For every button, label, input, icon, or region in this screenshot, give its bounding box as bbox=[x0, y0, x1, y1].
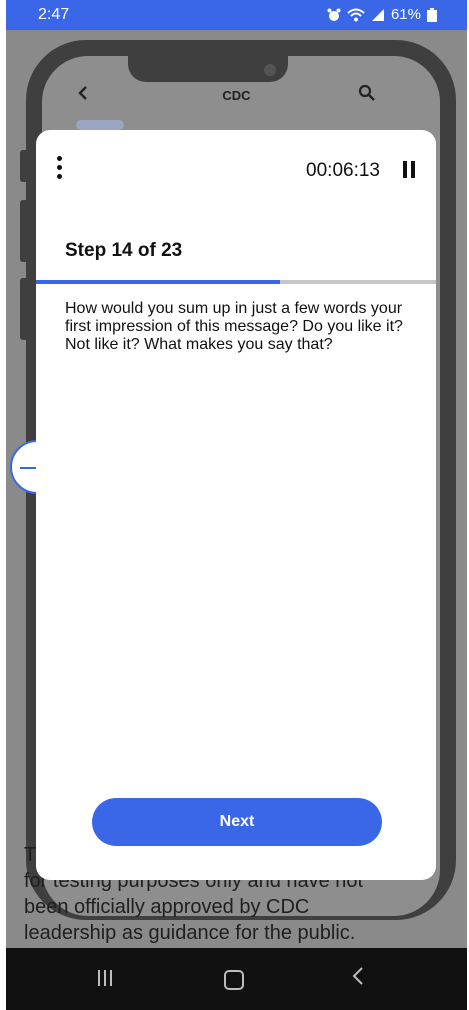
kebab-menu-icon[interactable] bbox=[54, 156, 64, 184]
step-indicator: Step 14 of 23 bbox=[65, 240, 183, 261]
next-button[interactable]: Next bbox=[92, 798, 382, 846]
progress-bar-fill bbox=[36, 280, 280, 284]
home-icon[interactable] bbox=[224, 970, 244, 990]
task-modal: 00:06:13 Step 14 of 23 How would you sum… bbox=[36, 130, 436, 880]
phone-camera bbox=[264, 64, 276, 76]
wifi-icon bbox=[347, 8, 365, 22]
phone-side-button bbox=[20, 278, 28, 340]
phone-side-button bbox=[20, 200, 28, 262]
battery-icon bbox=[427, 7, 437, 22]
progress-bar bbox=[36, 280, 436, 284]
background-text-line: leadership as guidance for the public. bbox=[24, 922, 356, 944]
status-icons: 61% bbox=[327, 6, 437, 23]
screen: CDC T for testing purposes only and have… bbox=[6, 0, 467, 1010]
background-chip bbox=[76, 120, 124, 130]
question-text: How would you sum up in just a few words… bbox=[65, 300, 403, 353]
recents-icon[interactable] bbox=[98, 970, 118, 988]
timer: 00:06:13 bbox=[306, 160, 380, 181]
status-time: 2:47 bbox=[38, 6, 70, 23]
status-bar: 2:47 61% bbox=[6, 0, 467, 30]
background-text-line: been officially approved by CDC bbox=[24, 896, 310, 918]
signal-icon bbox=[371, 8, 385, 22]
phone-side-button bbox=[20, 150, 28, 182]
battery-percent: 61% bbox=[390, 6, 421, 23]
search-icon[interactable] bbox=[358, 84, 376, 107]
alarm-icon bbox=[327, 8, 341, 22]
navigation-bar bbox=[6, 948, 467, 1010]
background-app-title: CDC bbox=[222, 88, 251, 103]
back-icon[interactable] bbox=[351, 966, 365, 991]
pause-icon[interactable] bbox=[402, 161, 416, 179]
